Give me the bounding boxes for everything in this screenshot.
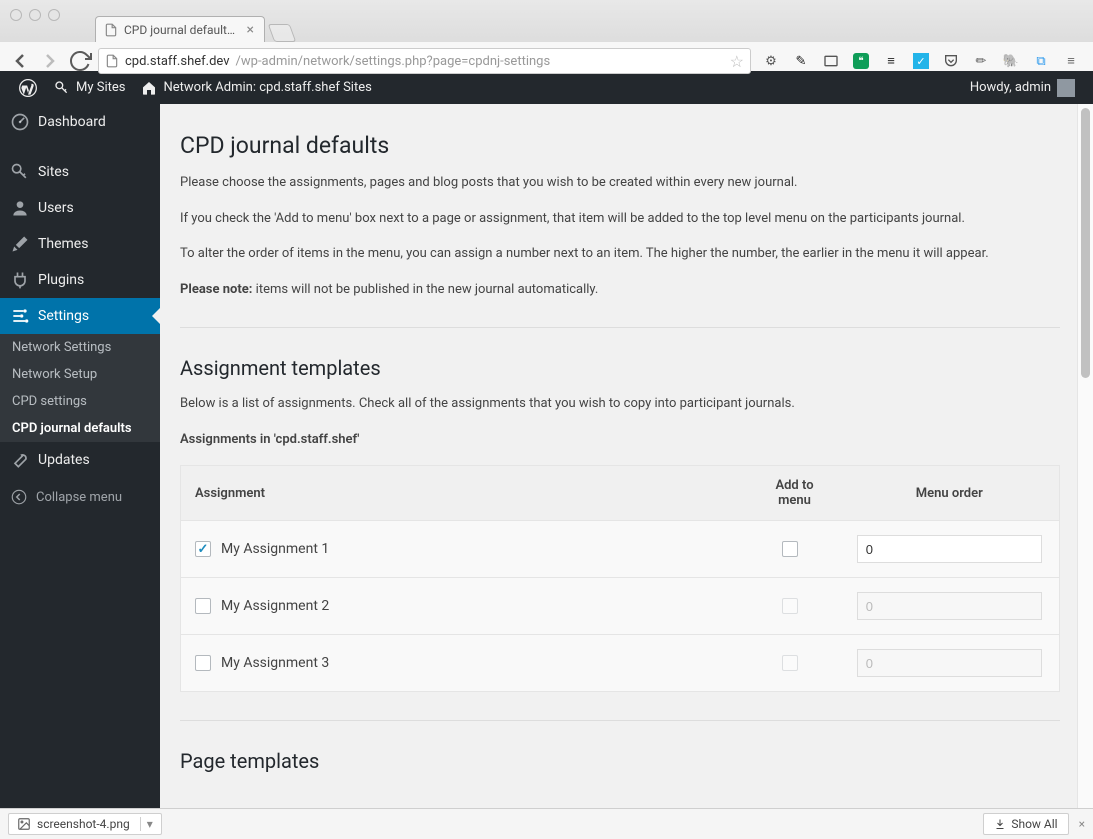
assignment-label: My Assignment 2 (221, 598, 329, 614)
assignment-checkbox[interactable] (195, 655, 211, 671)
submenu-network-setup[interactable]: Network Setup (0, 361, 160, 388)
scrollbar[interactable] (1077, 104, 1093, 808)
scrollbar-thumb[interactable] (1081, 108, 1090, 378)
reload-button[interactable] (68, 49, 92, 73)
windows-icon[interactable]: ⧉ (1033, 53, 1049, 69)
assignment-checkbox[interactable] (195, 598, 211, 614)
section-title: Assignment templates (180, 356, 1073, 380)
assignment-label: My Assignment 1 (221, 541, 329, 557)
dashboard-icon (10, 112, 30, 132)
key-icon (10, 162, 30, 182)
new-tab-button[interactable] (268, 24, 297, 42)
wand-icon[interactable]: ✎ (793, 53, 809, 69)
tab-title: CPD journal defaults ‹ Netw (124, 23, 241, 37)
image-icon (17, 817, 31, 831)
menu-users[interactable]: Users (0, 190, 160, 226)
hangouts-icon[interactable]: ❝ (853, 53, 869, 69)
intro-text: Please choose the assignments, pages and… (180, 173, 1060, 193)
forward-button[interactable] (38, 49, 62, 73)
wordpress-icon (18, 78, 38, 98)
table-row: My Assignment 1 (181, 521, 1060, 578)
assignments-table: Assignment Add to menu Menu order My Ass… (180, 465, 1060, 692)
wp-logo[interactable] (10, 71, 46, 104)
menu-order-input (857, 649, 1042, 677)
key-icon (54, 80, 70, 96)
dropper-icon[interactable]: ✏ (973, 53, 989, 69)
sliders-icon (10, 306, 30, 326)
col-assignment: Assignment (181, 466, 750, 521)
intro-text: If you check the 'Add to menu' box next … (180, 209, 1060, 229)
page-icon (105, 54, 119, 68)
my-sites-link[interactable]: My Sites (46, 71, 133, 104)
wrench-icon (10, 450, 30, 470)
file-icon (104, 23, 118, 37)
wp-admin-bar: My Sites Network Admin: cpd.staff.shef S… (0, 71, 1093, 104)
add-to-menu-checkbox (782, 655, 798, 671)
url-path: /wp-admin/network/settings.php?page=cpdn… (236, 54, 551, 69)
menu-plugins[interactable]: Plugins (0, 262, 160, 298)
avatar (1057, 79, 1075, 97)
add-to-menu-checkbox (782, 598, 798, 614)
menu-settings[interactable]: Settings (0, 298, 160, 334)
section-subhead: Assignments in 'cpd.staff.shef' (180, 430, 1060, 450)
home-icon (141, 80, 157, 96)
checkbox-icon[interactable]: ✓ (913, 53, 929, 69)
extension-icons: ⚙ ✎ ❝ ≡ ✓ ✏ 🐘 ⧉ ≡ (757, 53, 1085, 69)
close-icon[interactable]: × (1079, 817, 1085, 831)
menu-themes[interactable]: Themes (0, 226, 160, 262)
section-desc: Below is a list of assignments. Check al… (180, 394, 1060, 414)
collapse-menu[interactable]: Collapse menu (0, 478, 160, 516)
assignment-checkbox[interactable] (195, 541, 211, 557)
browser-tab[interactable]: CPD journal defaults ‹ Netw × (95, 16, 265, 42)
col-add-to-menu: Add to menu (750, 466, 840, 521)
divider (180, 327, 1060, 328)
evernote-icon[interactable]: 🐘 (1003, 53, 1019, 69)
pocket-icon[interactable] (943, 53, 959, 69)
gear-icon[interactable]: ⚙ (763, 53, 779, 69)
collapse-icon (10, 488, 28, 506)
submenu-cpd-journal-defaults[interactable]: CPD journal defaults (0, 415, 160, 442)
add-to-menu-checkbox[interactable] (782, 541, 798, 557)
cast-icon[interactable] (823, 53, 839, 69)
bookmark-star-icon[interactable]: ☆ (730, 52, 744, 71)
download-icon (994, 818, 1006, 830)
menu-sites[interactable]: Sites (0, 154, 160, 190)
table-row: My Assignment 2 (181, 578, 1060, 635)
url-host: cpd.staff.shef.dev (125, 54, 230, 69)
section-title: Page templates (180, 749, 1073, 773)
window-close[interactable] (10, 9, 22, 21)
download-bar: screenshot-4.png ▾ Show All × (0, 808, 1093, 839)
menu-dashboard[interactable]: Dashboard (0, 104, 160, 140)
user-icon (10, 198, 30, 218)
table-row: My Assignment 3 (181, 635, 1060, 692)
assignment-label: My Assignment 3 (221, 655, 329, 671)
intro-text: To alter the order of items in the menu,… (180, 244, 1060, 264)
window-max[interactable] (48, 9, 60, 21)
browser-chrome: CPD journal defaults ‹ Netw × cpd.staff.… (0, 0, 1093, 71)
buffer-icon[interactable]: ≡ (883, 53, 899, 69)
submenu-cpd-settings[interactable]: CPD settings (0, 388, 160, 415)
main-content: CPD journal defaults Please choose the a… (160, 104, 1093, 808)
download-item[interactable]: screenshot-4.png ▾ (8, 813, 162, 835)
divider (180, 720, 1060, 721)
close-icon[interactable]: × (247, 22, 254, 38)
brush-icon (10, 234, 30, 254)
show-all-button[interactable]: Show All (983, 813, 1068, 835)
menu-updates[interactable]: Updates (0, 442, 160, 478)
settings-submenu: Network Settings Network Setup CPD setti… (0, 334, 160, 442)
account-link[interactable]: Howdy, admin (962, 79, 1083, 97)
note-text: Please note: items will not be published… (180, 280, 1060, 300)
menu-order-input (857, 592, 1042, 620)
submenu-network-settings[interactable]: Network Settings (0, 334, 160, 361)
page-title: CPD journal defaults (180, 132, 1073, 159)
back-button[interactable] (8, 49, 32, 73)
chevron-down-icon[interactable]: ▾ (140, 817, 153, 831)
network-admin-link[interactable]: Network Admin: cpd.staff.shef Sites (133, 71, 379, 104)
menu-icon[interactable]: ≡ (1063, 53, 1079, 69)
menu-order-input[interactable] (857, 535, 1042, 563)
plug-icon (10, 270, 30, 290)
col-menu-order: Menu order (840, 466, 1060, 521)
window-min[interactable] (29, 9, 41, 21)
admin-sidebar: Dashboard Sites Users Themes Plugins Set… (0, 104, 160, 808)
